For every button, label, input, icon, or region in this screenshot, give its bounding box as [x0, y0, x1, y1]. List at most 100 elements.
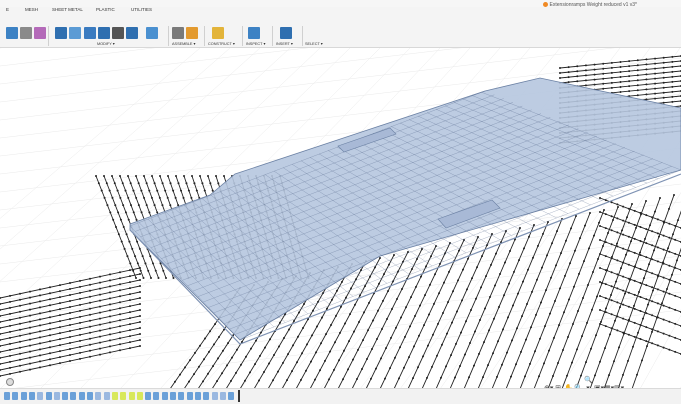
rail-node [180, 189, 182, 192]
group-construct[interactable]: CONSTRUCT ▾ [208, 41, 235, 46]
measure-icon[interactable] [212, 27, 224, 39]
rail-node [651, 342, 654, 345]
rail-node [574, 249, 576, 252]
timeline-feature-icon[interactable] [103, 392, 110, 400]
timeline-feature-icon[interactable] [136, 392, 143, 400]
group-select[interactable]: SELECT ▾ [305, 41, 323, 46]
tab-utilities[interactable]: UTILITIES [131, 7, 152, 12]
group-inspect[interactable]: INSPECT ▾ [246, 41, 265, 46]
rail-node [99, 323, 101, 326]
rail-node [645, 256, 648, 259]
rail-node [489, 296, 491, 298]
tab-plastic[interactable]: PLASTIC [96, 7, 115, 12]
form-icon[interactable] [34, 27, 46, 39]
timeline-feature-icon[interactable] [95, 392, 102, 400]
timeline-feature-icon[interactable] [161, 392, 168, 400]
rail-node [656, 330, 659, 333]
rail-node [610, 81, 613, 84]
timeline-feature-icon[interactable] [153, 392, 160, 400]
timeline-feature-icon[interactable] [178, 392, 185, 400]
timeline-feature-icon[interactable] [20, 392, 27, 400]
rail-node [49, 364, 51, 367]
rail-node [212, 365, 214, 368]
timeline-feature-icon[interactable] [111, 392, 118, 400]
tab-e[interactable]: E [6, 7, 9, 12]
rail-node [99, 311, 101, 314]
rail-node [132, 189, 135, 192]
timeline-feature-icon[interactable] [120, 392, 127, 400]
timeline-marker[interactable] [238, 390, 240, 402]
rail-node [641, 359, 643, 362]
rail-node [129, 281, 131, 284]
joint-icon[interactable] [146, 27, 158, 39]
as-built-joint-icon[interactable] [172, 27, 184, 39]
timeline-feature-icon[interactable] [62, 392, 69, 400]
rail-node [89, 319, 91, 322]
tab-mesh[interactable]: MESH [25, 7, 38, 12]
select-icon[interactable] [280, 27, 292, 39]
sketch-icon[interactable] [20, 27, 32, 39]
offset-plane-icon[interactable] [186, 27, 198, 39]
timeline-feature-icon[interactable] [45, 392, 52, 400]
timeline-feature-icon[interactable] [219, 392, 226, 400]
timeline-feature-icon[interactable] [53, 392, 60, 400]
align-icon[interactable] [126, 27, 138, 39]
timeline-feature-icon[interactable] [186, 392, 193, 400]
rail-node [599, 211, 601, 213]
timeline-feature-icon[interactable] [203, 392, 210, 400]
insert-image-icon[interactable] [248, 27, 260, 39]
rail-node [636, 79, 639, 82]
rail-node [621, 229, 623, 232]
rail-node [29, 290, 31, 293]
timeline-feature-icon[interactable] [128, 392, 135, 400]
rail-node [39, 300, 41, 303]
rail-node [49, 304, 51, 307]
shell-icon[interactable] [98, 27, 110, 39]
rail-node [645, 200, 647, 202]
rail-node [119, 277, 121, 280]
group-insert[interactable]: INSERT ▾ [276, 41, 293, 46]
timeline-feature-icon[interactable] [87, 392, 93, 400]
rail-node [326, 307, 328, 310]
rail-node [177, 204, 180, 207]
fillet-icon[interactable] [69, 27, 81, 39]
chamfer-icon[interactable] [84, 27, 96, 39]
separator [302, 26, 303, 46]
create-box-icon[interactable] [6, 27, 18, 39]
group-modify[interactable]: MODIFY ▾ [97, 41, 115, 46]
rail-node [674, 336, 677, 339]
group-assemble[interactable]: ASSEMBLE ▾ [172, 41, 195, 46]
timeline-feature-icon[interactable] [78, 392, 85, 400]
timeline-feature-icon[interactable] [228, 392, 235, 400]
home-view-icon[interactable] [6, 378, 14, 386]
model-canvas[interactable] [0, 48, 681, 389]
rail-node [667, 247, 669, 250]
timeline-feature-icon[interactable] [170, 392, 176, 400]
tab-sheet-metal[interactable]: SHEET METAL [52, 7, 83, 12]
rail-node [115, 226, 117, 228]
rail-node [9, 342, 11, 345]
timeline-feature-icon[interactable] [28, 392, 35, 400]
timeline-feature-icon[interactable] [4, 392, 10, 400]
timeline-feature-icon[interactable] [12, 392, 19, 400]
nav-tool-icon-4[interactable]: 🔍▾ [584, 377, 593, 392]
timeline-feature-icon[interactable] [70, 392, 77, 400]
rail-node [129, 269, 131, 272]
rail-node [610, 285, 613, 288]
rail-node [612, 219, 614, 221]
timeline-feature-icon[interactable] [194, 392, 201, 400]
rail-node [59, 320, 61, 323]
rail-node [482, 376, 484, 379]
timeline-feature-icon[interactable] [145, 392, 152, 400]
press-pull-icon[interactable] [55, 27, 67, 39]
rail-node [493, 317, 495, 320]
rail-node [459, 365, 461, 367]
rail-node [620, 267, 622, 270]
timeline-feature-icon[interactable] [37, 392, 44, 400]
3d-viewport[interactable] [0, 48, 681, 389]
timeline-feature-icon[interactable] [211, 392, 218, 400]
rail-node [319, 369, 321, 372]
move-icon[interactable] [112, 27, 124, 39]
rail-node [526, 303, 528, 305]
rail-node [39, 354, 41, 357]
